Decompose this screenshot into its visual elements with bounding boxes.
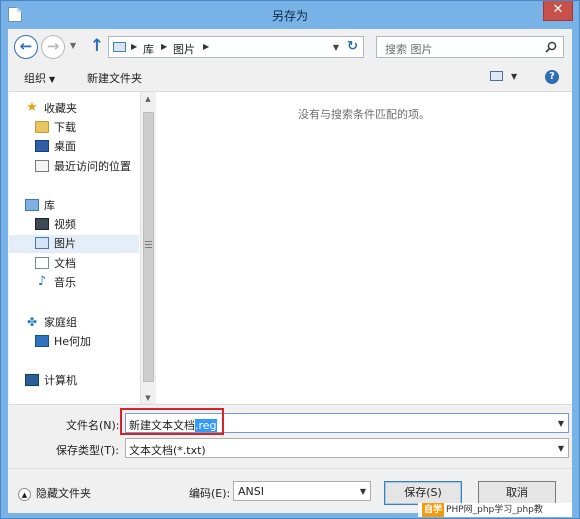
watermark-text: PHP网_php学习_php教 <box>446 505 543 515</box>
desktop-icon <box>35 140 49 152</box>
filetype-value: 文本文档(*.txt) <box>129 444 206 457</box>
view-dropdown-icon[interactable]: ▼ <box>511 72 517 81</box>
breadcrumb-separator[interactable]: ▶ <box>161 42 167 51</box>
breadcrumb-library[interactable]: 库 <box>143 41 154 57</box>
dialog-footer: ▲ 隐藏文件夹 编码(E): ANSI ▼ 保存(S) 取消 自学 PHP网_php… <box>8 468 572 517</box>
chevron-up-icon: ▲ <box>18 487 31 501</box>
sidebar-item-label: 下载 <box>54 121 76 134</box>
sidebar-item-label: 音乐 <box>54 276 76 289</box>
back-button[interactable]: ← <box>14 35 38 59</box>
grip-icon <box>145 241 152 248</box>
close-button[interactable]: ✕ <box>543 1 573 21</box>
address-bar[interactable]: ▶ 库 ▶ 图片 ▶ ▼ ↻ <box>108 36 364 58</box>
save-as-dialog: 另存为 ✕ ← → ▼ ↑ ▶ 库 ▶ 图片 ▶ ▼ ↻ 搜索 图片 组织 ▼ … <box>0 0 580 519</box>
sidebar-item-pictures[interactable]: 图片 <box>9 235 139 253</box>
search-placeholder: 搜索 图片 <box>385 43 433 56</box>
sidebar-item-music[interactable]: ♪ 音乐 <box>35 274 137 292</box>
cancel-button[interactable]: 取消 <box>478 481 556 505</box>
star-icon: ★ <box>26 100 38 115</box>
sidebar-item-documents[interactable]: 文档 <box>35 255 137 273</box>
search-input[interactable]: 搜索 图片 <box>376 36 564 58</box>
scrollbar-thumb[interactable] <box>143 112 154 382</box>
sidebar-item-homegroup[interactable]: ✤ 家庭组 <box>25 314 137 332</box>
save-button[interactable]: 保存(S) <box>384 481 462 505</box>
navigation-pane: ★ 收藏夹 下载 桌面 最近访问的位置 库 视频 图片 文档 ♪ 音乐 ✤ 家庭… <box>9 91 155 405</box>
documents-icon <box>35 257 49 269</box>
scroll-up-icon[interactable]: ▲ <box>141 92 155 107</box>
new-folder-button[interactable]: 新建文件夹 <box>87 70 142 86</box>
organize-label: 组织 <box>24 72 46 85</box>
encoding-label: 编码(E): <box>189 487 231 500</box>
library-pictures-icon <box>113 42 126 52</box>
filename-label: 文件名(N): <box>66 419 120 432</box>
sidebar-item-label: 最近访问的位置 <box>54 160 131 173</box>
hide-folders-button[interactable]: ▲ 隐藏文件夹 <box>18 485 91 501</box>
chevron-down-icon[interactable]: ▼ <box>558 419 564 428</box>
sidebar-item-label: 桌面 <box>54 140 76 153</box>
view-options-icon[interactable] <box>490 71 503 81</box>
help-icon[interactable]: ? <box>545 70 559 84</box>
navigation-scrollbar[interactable]: ▲ ▼ <box>140 92 155 404</box>
sidebar-item-label: 收藏夹 <box>44 102 77 115</box>
recent-locations-dropdown[interactable]: ▼ <box>70 41 76 50</box>
homegroup-icon: ✤ <box>26 315 38 329</box>
forward-button[interactable]: → <box>41 35 65 59</box>
file-list[interactable]: 没有与搜索条件匹配的项。 <box>156 91 572 405</box>
encoding-select[interactable]: ANSI ▼ <box>233 481 371 501</box>
library-icon <box>25 199 39 211</box>
videos-icon <box>35 218 49 230</box>
breadcrumb-pictures[interactable]: 图片 <box>173 41 195 57</box>
hide-folders-label: 隐藏文件夹 <box>36 487 91 500</box>
dialog-body: ← → ▼ ↑ ▶ 库 ▶ 图片 ▶ ▼ ↻ 搜索 图片 组织 ▼ 新建文件夹 … <box>8 29 572 517</box>
encoding-value: ANSI <box>238 485 264 498</box>
watermark-logo: 自学 <box>422 503 445 517</box>
organize-menu[interactable]: 组织 ▼ <box>24 70 55 86</box>
search-icon[interactable] <box>545 41 557 53</box>
navigation-bar: ← → ▼ ↑ ▶ 库 ▶ 图片 ▶ ▼ ↻ 搜索 图片 <box>8 29 572 63</box>
sidebar-item-label: 库 <box>44 199 55 212</box>
address-dropdown-icon[interactable]: ▼ <box>333 43 339 52</box>
up-button[interactable]: ↑ <box>88 36 106 56</box>
pictures-icon <box>35 237 49 249</box>
recent-places-icon <box>35 160 49 172</box>
music-icon: ♪ <box>37 274 47 289</box>
refresh-icon[interactable]: ↻ <box>347 39 358 54</box>
chevron-down-icon[interactable]: ▼ <box>558 444 564 453</box>
filetype-label: 保存类型(T): <box>56 444 120 457</box>
downloads-folder-icon <box>35 121 49 133</box>
sidebar-item-desktop[interactable]: 桌面 <box>35 138 137 156</box>
dialog-title: 另存为 <box>271 9 308 23</box>
sidebar-item-downloads[interactable]: 下载 <box>35 119 137 137</box>
highlight-box <box>120 408 224 435</box>
filetype-select[interactable]: 文本文档(*.txt) ▼ <box>125 438 569 458</box>
sidebar-item-label: 图片 <box>54 237 76 250</box>
sidebar-item-favorites[interactable]: ★ 收藏夹 <box>25 100 137 118</box>
breadcrumb-separator[interactable]: ▶ <box>203 42 209 51</box>
chevron-down-icon: ▼ <box>49 75 56 84</box>
sidebar-item-label: 家庭组 <box>44 316 77 329</box>
scroll-down-icon[interactable]: ▼ <box>141 391 155 404</box>
sidebar-item-label: 计算机 <box>44 374 77 387</box>
breadcrumb-separator[interactable]: ▶ <box>131 42 137 51</box>
chevron-down-icon[interactable]: ▼ <box>360 487 366 496</box>
sidebar-item-label: 文档 <box>54 257 76 270</box>
watermark: 自学 PHP网_php学习_php教 <box>418 503 572 517</box>
sidebar-item-computer[interactable]: 计算机 <box>25 372 137 390</box>
sidebar-item-libraries[interactable]: 库 <box>25 197 137 215</box>
title-bar[interactable]: 另存为 ✕ <box>1 1 579 29</box>
user-icon <box>35 335 49 347</box>
empty-results-message: 没有与搜索条件匹配的项。 <box>298 108 430 121</box>
sidebar-item-videos[interactable]: 视频 <box>35 216 137 234</box>
sidebar-item-label: He何加 <box>54 335 92 348</box>
computer-icon <box>25 374 39 386</box>
sidebar-item-user[interactable]: He何加 <box>35 333 137 351</box>
sidebar-item-recent-places[interactable]: 最近访问的位置 <box>35 158 139 176</box>
sidebar-item-label: 视频 <box>54 218 76 231</box>
save-options: 文件名(N): 新建文本文档.reg ▼ 保存类型(T): 文本文档(*.txt… <box>8 406 572 517</box>
command-bar: 组织 ▼ 新建文件夹 ▼ ? <box>8 63 572 91</box>
